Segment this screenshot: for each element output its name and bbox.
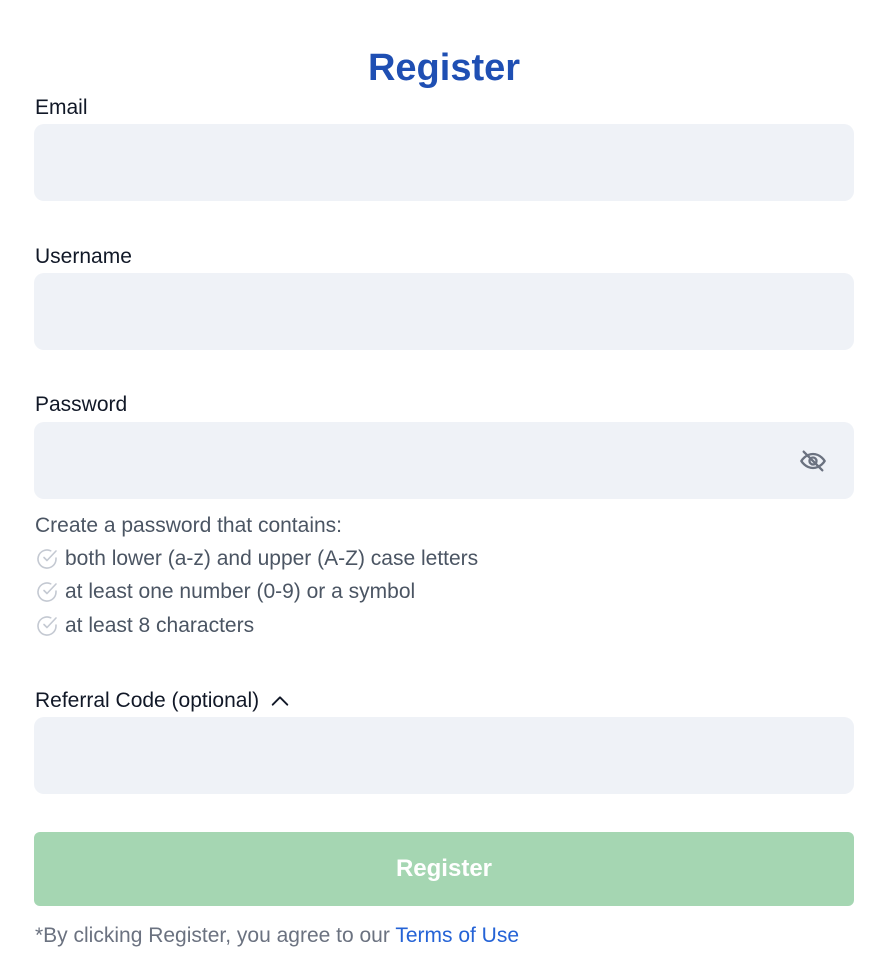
password-visibility-toggle[interactable]	[796, 444, 830, 478]
referral-label: Referral Code (optional)	[35, 689, 260, 712]
username-field[interactable]	[34, 273, 854, 350]
terms-of-use-link[interactable]: Terms of Use	[395, 924, 519, 947]
referral-code-field[interactable]	[34, 717, 854, 794]
password-label: Password	[35, 393, 128, 416]
referral-toggle[interactable]: Referral Code (optional)	[35, 688, 291, 714]
eye-off-icon	[800, 450, 826, 472]
check-circle-icon	[34, 613, 60, 639]
password-rule-text: at least 8 characters	[65, 614, 255, 637]
username-label: Username	[35, 245, 132, 268]
page-title: Register	[367, 47, 521, 89]
email-label: Email	[35, 96, 88, 119]
password-rule: at least one number (0-9) or a symbol	[34, 579, 415, 605]
password-rule: at least 8 characters	[34, 613, 254, 639]
terms-prefix: *By clicking Register, you agree to our	[35, 924, 396, 947]
password-rule: both lower (a-z) and upper (A-Z) case le…	[34, 546, 478, 572]
check-circle-icon	[34, 579, 60, 605]
password-rule-text: at least one number (0-9) or a symbol	[65, 580, 416, 603]
chevron-up-icon	[269, 690, 291, 712]
register-button[interactable]: Register	[34, 832, 854, 906]
password-field[interactable]	[34, 422, 854, 499]
terms-notice: *By clicking Register, you agree to our …	[35, 923, 519, 949]
check-circle-icon	[34, 546, 60, 572]
password-rules-intro: Create a password that contains:	[35, 514, 343, 537]
password-rule-text: both lower (a-z) and upper (A-Z) case le…	[65, 547, 479, 570]
email-field[interactable]	[34, 124, 854, 201]
